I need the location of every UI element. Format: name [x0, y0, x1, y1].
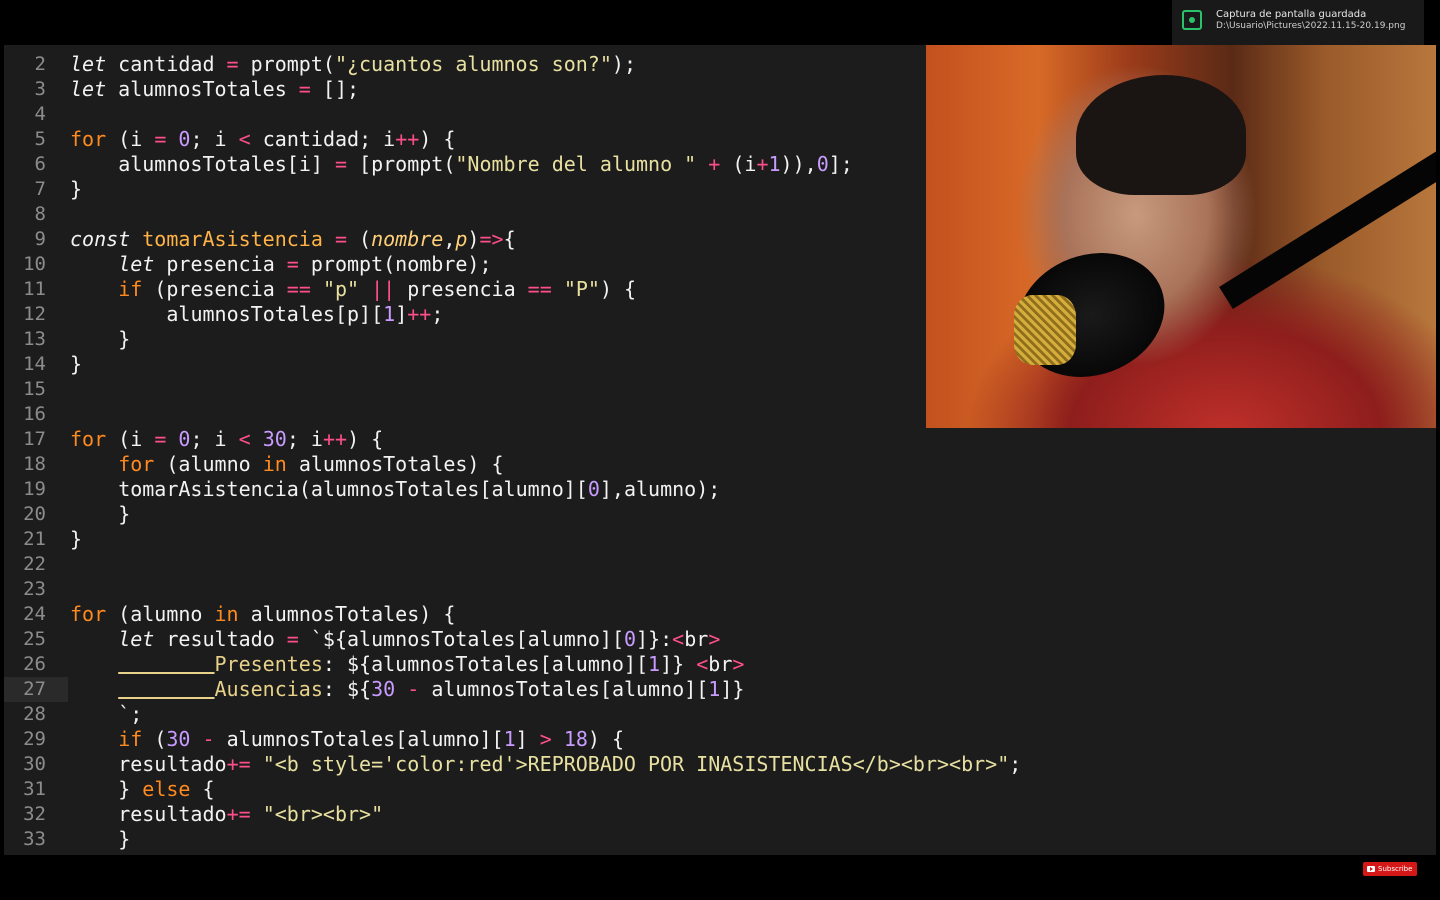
code-text: let presencia = prompt(nombre); [118, 252, 492, 276]
code-text: } [70, 177, 83, 201]
code-text: } [70, 352, 83, 376]
line-number: 20 [23, 503, 46, 525]
code-line[interactable]: 26 Presentes: ${alumnosTotales[alumno][1… [4, 652, 1436, 677]
line-number: 28 [23, 703, 46, 725]
line-number: 33 [23, 828, 46, 850]
line-number: 25 [23, 628, 46, 650]
code-text: } [118, 502, 131, 526]
code-text: for (alumno in alumnosTotales) { [118, 452, 504, 476]
code-line[interactable]: 23 [4, 577, 1436, 602]
code-text: const tomarAsistencia = (nombre,p)=>{ [70, 227, 516, 251]
line-number: 3 [34, 78, 46, 100]
toast-path: D:\Usuario\Pictures\2022.11.15-20.19.png [1216, 21, 1406, 31]
code-line[interactable]: 21} [4, 527, 1436, 552]
line-number: 12 [23, 303, 46, 325]
line-number: 2 [34, 53, 46, 75]
code-text: Presentes: ${alumnosTotales[alumno][1]} … [214, 652, 745, 676]
line-number: 30 [23, 753, 46, 775]
line-number: 13 [23, 328, 46, 350]
code-line[interactable]: 19 tomarAsistencia(alumnosTotales[alumno… [4, 477, 1436, 502]
code-line[interactable]: 25 let resultado = `${alumnosTotales[alu… [4, 627, 1436, 652]
microphone [1014, 295, 1076, 365]
line-number: 15 [23, 378, 46, 400]
line-number: 31 [23, 778, 46, 800]
code-text: `; [118, 702, 143, 726]
code-line[interactable]: 18 for (alumno in alumnosTotales) { [4, 452, 1436, 477]
subscribe-button[interactable]: Subscribe [1363, 862, 1417, 876]
code-text: tomarAsistencia(alumnosTotales[alumno][0… [118, 477, 721, 501]
line-number: 27 [4, 677, 68, 702]
toast-title: Captura de pantalla guardada [1216, 9, 1367, 20]
code-text: let cantidad = prompt("¿cuantos alumnos … [70, 52, 636, 76]
line-number: 22 [23, 553, 46, 575]
line-number: 6 [34, 153, 46, 175]
code-line[interactable]: 24 for (alumno in alumnosTotales) { [4, 602, 1436, 627]
presenter-hair [1076, 75, 1246, 195]
code-text: } [118, 327, 131, 351]
code-text: let resultado = `${alumnosTotales[alumno… [118, 627, 721, 651]
code-text: let alumnosTotales = []; [70, 77, 360, 101]
code-line[interactable]: 30 resultado+= "<b style='color:red'>REP… [4, 752, 1436, 777]
code-text: } [118, 827, 131, 851]
code-text: alumnosTotales[p][1]++; [166, 302, 444, 326]
code-text: for (alumno in alumnosTotales) { [70, 602, 456, 626]
code-text: if (presencia == "p" || presencia == "P"… [118, 277, 637, 301]
mic-boom-arm [1219, 149, 1436, 310]
line-number: 8 [34, 203, 46, 225]
code-line[interactable]: 33 } [4, 827, 1436, 852]
code-line[interactable]: 32 resultado+= "<br><br>" [4, 802, 1436, 827]
line-number: 14 [23, 353, 46, 375]
line-number: 21 [23, 528, 46, 550]
code-text: if (30 - alumnosTotales[alumno][1] > 18)… [118, 727, 625, 751]
code-text: resultado+= "<b style='color:red'>REPROB… [118, 752, 1022, 776]
line-number: 32 [23, 803, 46, 825]
screenshot-camera-icon [1182, 10, 1202, 30]
line-number: 4 [34, 103, 46, 125]
line-number: 29 [23, 728, 46, 750]
line-number: 5 [34, 128, 46, 150]
youtube-play-icon [1367, 866, 1375, 872]
code-line[interactable]: 17 for (i = 0; i < 30; i++) { [4, 427, 1436, 452]
line-number: 18 [23, 453, 46, 475]
code-text: for (i = 0; i < 30; i++) { [70, 427, 384, 451]
line-number: 17 [23, 428, 46, 450]
line-number: 11 [23, 278, 46, 300]
code-text: alumnosTotales[i] = [prompt("Nombre del … [118, 152, 853, 176]
code-text: Ausencias: ${30 - alumnosTotales[alumno]… [214, 677, 745, 701]
webcam-overlay [926, 45, 1436, 428]
subscribe-label: Subscribe [1378, 865, 1413, 873]
code-line[interactable]: 31 } else { [4, 777, 1436, 802]
line-number: 10 [23, 253, 46, 275]
line-number: 7 [34, 178, 46, 200]
line-number: 16 [23, 403, 46, 425]
line-number: 9 [34, 228, 46, 250]
code-line[interactable]: 28 `; [4, 702, 1436, 727]
code-text: } else { [118, 777, 215, 801]
video-frame: 2 let cantidad = prompt("¿cuantos alumnos… [4, 45, 1436, 855]
code-line[interactable]: 20 } [4, 502, 1436, 527]
line-number: 26 [23, 653, 46, 675]
line-number: 24 [23, 603, 46, 625]
code-text: for (i = 0; i < cantidad; i++) { [70, 127, 456, 151]
line-number: 23 [23, 578, 46, 600]
screenshot-saved-toast[interactable]: Captura de pantalla guardada D:\Usuario\… [1172, 0, 1424, 45]
code-line[interactable]: 22 [4, 552, 1436, 577]
code-line[interactable]: 29 if (30 - alumnosTotales[alumno][1] > … [4, 727, 1436, 752]
code-text: resultado+= "<br><br>" [118, 802, 384, 826]
code-line[interactable]: 27 Ausencias: ${30 - alumnosTotales[alum… [4, 677, 1436, 702]
line-number: 19 [23, 478, 46, 500]
code-text: } [70, 527, 83, 551]
